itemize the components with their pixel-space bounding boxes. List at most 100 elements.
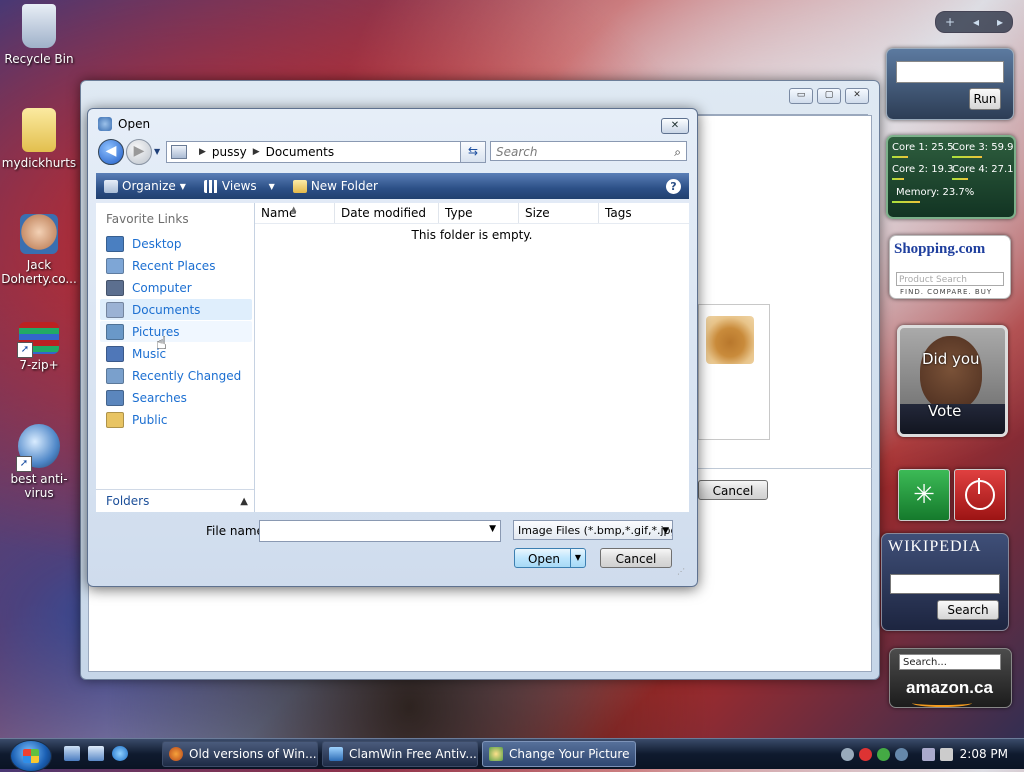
favorite-link-public[interactable]: Public bbox=[100, 409, 252, 430]
favorite-links-list: Desktop Recent Places Computer Documents… bbox=[100, 233, 252, 431]
favorite-link-pictures[interactable]: Pictures bbox=[100, 321, 252, 342]
address-bar[interactable]: ▶ pussy ▶ Documents ▼ bbox=[166, 141, 486, 163]
previous-page-icon[interactable]: ◂ bbox=[973, 15, 979, 29]
breadcrumb-separator-icon[interactable]: ▶ bbox=[199, 147, 206, 157]
wikipedia-search-input[interactable] bbox=[890, 574, 1000, 594]
amazon-logo[interactable]: amazon.ca bbox=[906, 678, 993, 698]
show-desktop-icon[interactable] bbox=[64, 746, 80, 761]
cancel-button[interactable]: Cancel bbox=[600, 548, 672, 568]
column-header-size[interactable]: Size bbox=[519, 203, 599, 223]
product-search-input[interactable]: Product Search bbox=[896, 272, 1004, 286]
background-cancel-button[interactable]: Cancel bbox=[698, 480, 768, 500]
refresh-button[interactable]: ⇆ bbox=[460, 141, 486, 163]
shopping-logo[interactable]: Shopping.com bbox=[894, 241, 985, 258]
resize-grip-icon[interactable]: ⋰ bbox=[677, 567, 685, 576]
run-button[interactable]: Run bbox=[969, 88, 1001, 110]
file-type-filter[interactable]: Image Files (*.bmp,*.gif,*.jpg,* ▼ bbox=[513, 520, 673, 540]
forward-button[interactable]: ▶ bbox=[126, 139, 152, 165]
user-accounts-icon bbox=[489, 747, 503, 761]
wikipedia-search-button[interactable]: Search bbox=[937, 600, 999, 620]
recent-pages-dropdown-icon[interactable]: ▼ bbox=[154, 147, 160, 156]
music-icon bbox=[106, 345, 124, 362]
windows-logo-icon bbox=[23, 749, 39, 763]
core-4-bar bbox=[952, 178, 968, 180]
open-options-dropdown-icon[interactable]: ▼ bbox=[570, 549, 585, 567]
portrait-face bbox=[920, 336, 982, 410]
chevron-down-icon[interactable]: ▼ bbox=[489, 524, 496, 534]
dog-picture-thumbnail[interactable] bbox=[706, 316, 754, 364]
next-page-icon[interactable]: ▸ bbox=[997, 15, 1003, 29]
views-menu[interactable]: Views ▼ bbox=[203, 179, 275, 193]
restart-icon: ✳ bbox=[913, 480, 935, 510]
desktop-icon-jack-doherty[interactable]: Jack Doherty.co... bbox=[1, 214, 77, 286]
archive-icon: ➚ bbox=[17, 322, 59, 358]
switch-windows-icon[interactable] bbox=[88, 746, 104, 761]
amazon-search-input[interactable]: Search... bbox=[899, 654, 1001, 670]
breadcrumb-separator-icon[interactable]: ▶ bbox=[253, 147, 260, 157]
column-header-name[interactable]: ▲ Name bbox=[255, 203, 335, 223]
desktop-icon-7zip[interactable]: ➚ 7-zip+ bbox=[1, 322, 77, 372]
desktop-icon-recycle-bin[interactable]: Recycle Bin bbox=[1, 4, 77, 66]
start-button[interactable] bbox=[10, 740, 52, 772]
column-header-type[interactable]: Type bbox=[439, 203, 519, 223]
taskbar-button-old-versions[interactable]: Old versions of Win... bbox=[162, 741, 318, 767]
back-button[interactable]: ◀ bbox=[98, 139, 124, 165]
memory-bar bbox=[892, 201, 920, 203]
favorite-link-computer[interactable]: Computer bbox=[100, 277, 252, 298]
breadcrumb-documents[interactable]: Documents bbox=[266, 145, 334, 159]
folders-toggle[interactable]: Folders ▲ bbox=[96, 489, 254, 512]
internet-explorer-icon[interactable] bbox=[112, 746, 128, 761]
core-1-bar bbox=[892, 156, 908, 158]
minimize-button[interactable]: ▭ bbox=[789, 88, 813, 104]
amazon-gadget: Search... amazon.ca bbox=[889, 648, 1012, 708]
maximize-button[interactable]: ▢ bbox=[817, 88, 841, 104]
security-alert-icon[interactable] bbox=[859, 747, 872, 761]
favorite-link-documents[interactable]: Documents bbox=[100, 299, 252, 320]
breadcrumb-pussy[interactable]: pussy bbox=[212, 145, 247, 159]
clock[interactable]: 2:08 PM bbox=[960, 747, 1008, 761]
add-gadget-icon[interactable]: + bbox=[945, 15, 955, 29]
desktop-icon-best-antivirus[interactable]: ➚ best anti-virus bbox=[1, 424, 77, 500]
divider bbox=[698, 468, 872, 469]
favorite-link-searches[interactable]: Searches bbox=[100, 387, 252, 408]
close-button[interactable]: ✕ bbox=[845, 88, 869, 104]
antivirus-tray-icon[interactable] bbox=[877, 747, 890, 761]
favorite-link-music[interactable]: Music bbox=[100, 343, 252, 364]
run-gadget: Run bbox=[886, 48, 1014, 120]
taskbar-button-change-picture[interactable]: Change Your Picture bbox=[482, 741, 636, 767]
slideshow-gadget[interactable]: Did you Vote bbox=[897, 325, 1008, 437]
shortcut-arrow-icon: ➚ bbox=[17, 342, 33, 358]
file-name-input[interactable]: ▼ bbox=[259, 520, 501, 542]
taskbar-button-clamwin[interactable]: ClamWin Free Antiv... bbox=[322, 741, 478, 767]
sidebar-controls: + ◂ ▸ bbox=[935, 11, 1013, 33]
windows-defender-icon[interactable] bbox=[895, 747, 908, 761]
views-icon bbox=[203, 179, 218, 193]
volume-muted-icon[interactable] bbox=[940, 747, 953, 761]
location-icon bbox=[171, 145, 187, 159]
gear-tray-icon[interactable] bbox=[841, 747, 854, 761]
desktop-icon-label: 7-zip+ bbox=[19, 358, 59, 372]
column-header-tags[interactable]: Tags bbox=[599, 203, 689, 223]
core-1-reading: Core 1: 25.5 bbox=[892, 142, 954, 153]
help-icon[interactable]: ? bbox=[666, 178, 681, 194]
run-command-input[interactable] bbox=[896, 61, 1004, 83]
favorite-link-recently-changed[interactable]: Recently Changed bbox=[100, 365, 252, 386]
pictures-icon bbox=[106, 323, 124, 340]
restart-button[interactable]: ✳ bbox=[898, 469, 950, 521]
dialog-close-button[interactable]: ✕ bbox=[661, 118, 689, 134]
folder-icon bbox=[22, 108, 56, 152]
column-header-date-modified[interactable]: Date modified bbox=[335, 203, 439, 223]
favorite-link-recent-places[interactable]: Recent Places bbox=[100, 255, 252, 276]
favorite-link-desktop[interactable]: Desktop bbox=[100, 233, 252, 254]
search-icon[interactable]: ⌕ bbox=[674, 142, 681, 162]
new-folder-button[interactable]: New Folder bbox=[292, 179, 378, 193]
favorite-link-label: Searches bbox=[132, 390, 187, 405]
favorite-links-header: Favorite Links bbox=[106, 212, 189, 226]
searches-icon bbox=[106, 389, 124, 406]
organize-menu[interactable]: Organize ▼ bbox=[104, 179, 186, 193]
desktop-icon-mydickhurts[interactable]: mydickhurts bbox=[1, 108, 77, 170]
network-icon[interactable] bbox=[922, 747, 935, 761]
shutdown-button[interactable] bbox=[954, 469, 1006, 521]
open-button[interactable]: Open ▼ bbox=[514, 548, 586, 568]
search-input[interactable]: Search ⌕ bbox=[490, 141, 687, 161]
